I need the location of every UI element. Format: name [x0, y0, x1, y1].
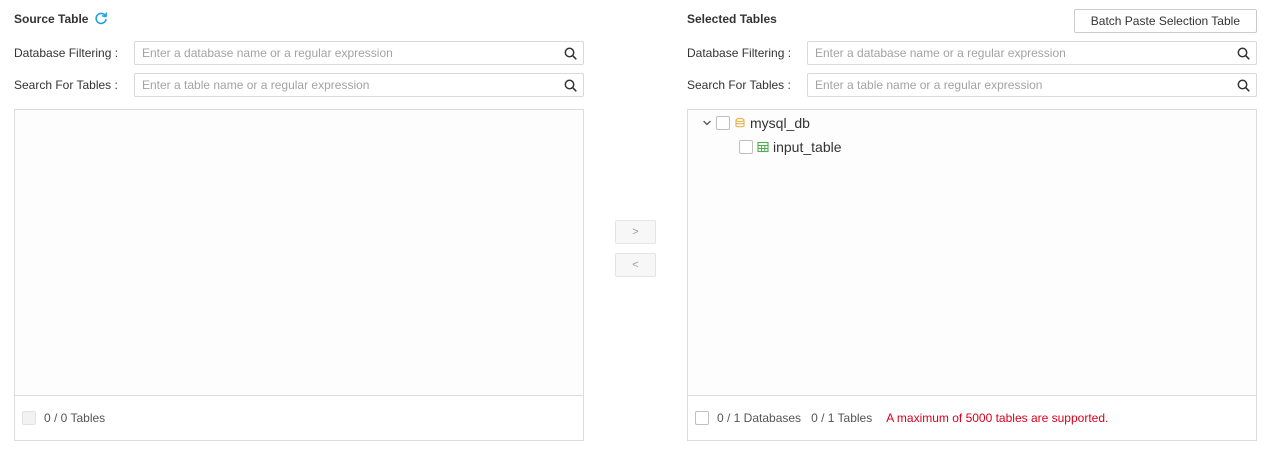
- table-limit-warning: A maximum of 5000 tables are supported.: [886, 411, 1109, 425]
- source-table-title-text: Source Table: [14, 12, 89, 26]
- move-right-button[interactable]: >: [615, 220, 656, 244]
- source-db-filter-label: Database Filtering :: [14, 46, 119, 60]
- refresh-icon[interactable]: [94, 12, 108, 26]
- selected-table-tree-footer: 0 / 1 Databases 0 / 1 Tables A maximum o…: [688, 395, 1256, 440]
- search-icon[interactable]: [564, 79, 577, 92]
- selected-table-search-row: Search For Tables :: [687, 73, 1257, 97]
- source-table-search-label: Search For Tables :: [14, 78, 118, 92]
- selected-tables-panel: Selected Tables Batch Paste Selection Ta…: [687, 0, 1257, 464]
- source-table-search-input[interactable]: [135, 74, 583, 96]
- database-icon: [734, 117, 746, 129]
- tree-node-table[interactable]: input_table: [739, 137, 842, 157]
- selected-db-filter-label: Database Filtering :: [687, 46, 792, 60]
- database-checkbox[interactable]: [716, 116, 730, 130]
- table-label: input_table: [773, 139, 842, 155]
- selected-db-filter-field: [807, 41, 1257, 65]
- selected-table-search-field: [807, 73, 1257, 97]
- database-label: mysql_db: [750, 115, 810, 131]
- source-table-title: Source Table: [14, 12, 108, 26]
- selected-table-search-label: Search For Tables :: [687, 78, 791, 92]
- search-icon[interactable]: [1237, 79, 1250, 92]
- selected-database-count: 0 / 1 Databases: [717, 411, 802, 425]
- selected-tables-title-text: Selected Tables: [687, 12, 777, 26]
- search-icon[interactable]: [564, 47, 577, 60]
- source-db-filter-input[interactable]: [135, 42, 583, 64]
- table-icon: [757, 141, 769, 153]
- source-db-filter-field: [134, 41, 584, 65]
- source-table-search-field: [134, 73, 584, 97]
- selected-select-all-checkbox[interactable]: [695, 411, 709, 425]
- move-left-button[interactable]: <: [615, 253, 656, 277]
- tree-node-database[interactable]: mysql_db: [702, 113, 810, 133]
- source-table-count: 0 / 0 Tables: [44, 411, 106, 425]
- selected-db-filter-input[interactable]: [808, 42, 1256, 64]
- source-table-list-footer: 0 / 0 Tables: [15, 395, 583, 440]
- source-select-all-checkbox[interactable]: [22, 411, 36, 425]
- selected-table-search-input[interactable]: [808, 74, 1256, 96]
- chevron-down-icon[interactable]: [702, 118, 712, 128]
- source-table-list: 0 / 0 Tables: [14, 109, 584, 441]
- source-table-list-body[interactable]: [15, 110, 583, 396]
- selected-db-filter-row: Database Filtering :: [687, 41, 1257, 65]
- selected-tables-title: Selected Tables: [687, 12, 777, 26]
- source-table-panel: Source Table Database Filtering : Search…: [14, 0, 584, 464]
- selected-table-tree-body: mysql_db input_table: [688, 110, 1256, 396]
- source-table-search-row: Search For Tables :: [14, 73, 584, 97]
- batch-paste-button[interactable]: Batch Paste Selection Table: [1073, 9, 1257, 33]
- selected-table-tree: mysql_db input_table 0 / 1 Databases 0 /…: [687, 109, 1257, 441]
- source-db-filter-row: Database Filtering :: [14, 41, 584, 65]
- search-icon[interactable]: [1237, 47, 1250, 60]
- table-checkbox[interactable]: [739, 140, 753, 154]
- selected-table-count: 0 / 1 Tables: [811, 411, 873, 425]
